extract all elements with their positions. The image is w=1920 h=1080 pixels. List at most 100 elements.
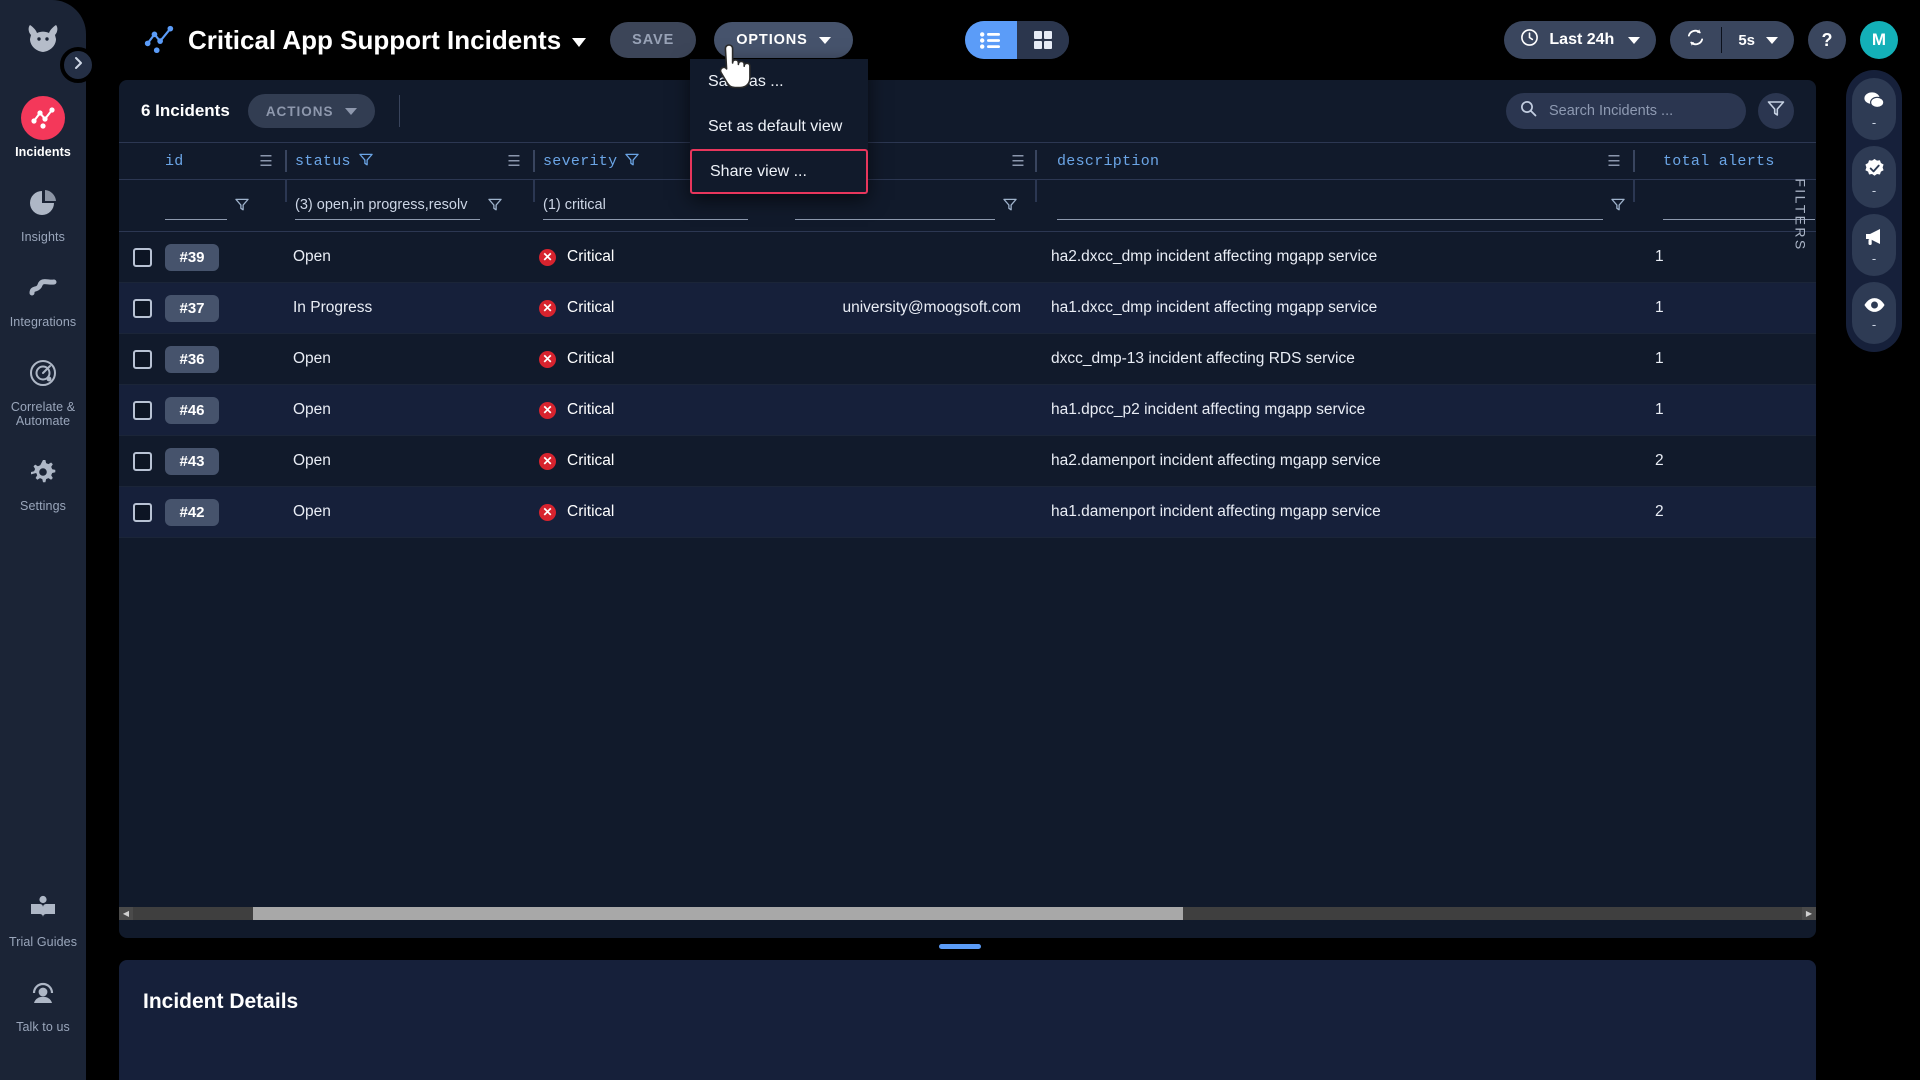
filters-tab[interactable]: FILTERS	[1786, 140, 1816, 290]
time-range-label: Last 24h	[1549, 31, 1615, 48]
search-input[interactable]	[1549, 103, 1732, 119]
filter-toggle-button[interactable]	[1758, 93, 1794, 129]
avatar[interactable]: M	[1860, 21, 1898, 59]
sidebar-item-talk-to-us[interactable]: Talk to us	[0, 971, 86, 1034]
headset-icon	[21, 971, 65, 1015]
row-checkbox[interactable]	[132, 400, 152, 420]
row-severity-label: Critical	[567, 299, 615, 316]
funnel-icon[interactable]	[235, 198, 249, 214]
sidebar-item-insights[interactable]: Insights	[0, 181, 86, 244]
column-header-status[interactable]: status ☰	[287, 142, 533, 180]
sidebar-item-trial-guides[interactable]: Trial Guides	[0, 886, 86, 949]
sidebar-item-settings[interactable]: Settings	[0, 450, 86, 513]
sidebar-item-incidents[interactable]: Incidents	[0, 96, 86, 159]
horizontal-scrollbar[interactable]: ◀ ▶	[119, 906, 1816, 920]
refresh-interval-selector[interactable]: 5s	[1722, 32, 1794, 49]
filter-input-owner[interactable]	[795, 192, 995, 220]
refresh-group[interactable]: 5s	[1670, 21, 1794, 59]
list-view-icon[interactable]	[964, 21, 1017, 59]
filter-cell-status[interactable]: (3) open,in progress,resolv	[287, 180, 533, 231]
funnel-icon[interactable]	[625, 153, 640, 170]
filter-cell-description[interactable]	[1037, 180, 1633, 231]
sidebar-expand-button[interactable]	[60, 47, 96, 83]
scroll-right-arrow[interactable]: ▶	[1802, 906, 1816, 920]
caret-down-icon[interactable]	[572, 37, 587, 47]
scroll-left-arrow[interactable]: ◀	[119, 906, 133, 920]
moose-head-logo[interactable]	[21, 18, 65, 62]
filter-cell-id[interactable]	[165, 180, 285, 231]
table-row[interactable]: #37 In Progress ✕ Critical university@moogso…	[119, 283, 1816, 334]
row-severity: ✕ Critical	[539, 401, 614, 419]
row-severity-label: Critical	[567, 350, 615, 367]
funnel-icon[interactable]	[1003, 198, 1017, 214]
gear-icon	[21, 450, 65, 494]
verified-icon	[1864, 158, 1885, 184]
row-checkbox[interactable]	[132, 298, 152, 318]
time-range-selector[interactable]: Last 24h	[1504, 21, 1657, 59]
menu-item-save-as[interactable]: Save as ...	[690, 59, 868, 104]
row-status: In Progress	[293, 299, 373, 316]
panel-resize-handle[interactable]	[939, 944, 981, 949]
comments-button[interactable]: -	[1852, 78, 1896, 140]
row-total-alerts: 1	[1655, 248, 1664, 265]
filter-input-severity[interactable]: (1) critical	[543, 192, 748, 220]
table-row[interactable]: #39 Open ✕ Critical ha2.dxcc_dmp incident af…	[119, 232, 1816, 283]
table-header-row: id ☰ status ☰ severity ☰ description ☰ t…	[119, 142, 1816, 180]
row-total-alerts: 1	[1655, 401, 1664, 418]
chevron-right-icon	[71, 56, 85, 75]
row-description: ha1.dxcc_dmp incident affecting mgapp se…	[1051, 299, 1378, 316]
filter-input-description[interactable]	[1057, 192, 1603, 220]
row-id-chip[interactable]: #39	[165, 243, 219, 271]
grip-icon[interactable]: ☰	[507, 152, 521, 171]
help-button[interactable]: ?	[1808, 21, 1846, 59]
incidents-icon	[21, 96, 65, 140]
incident-details-title: Incident Details	[143, 990, 299, 1013]
options-button[interactable]: OPTIONS	[714, 22, 853, 58]
column-header-id[interactable]: id ☰	[165, 142, 285, 180]
grip-icon[interactable]: ☰	[259, 152, 273, 171]
row-checkbox[interactable]	[132, 451, 152, 471]
megaphone-button[interactable]: -	[1852, 214, 1896, 276]
grid-view-icon[interactable]	[1016, 21, 1069, 59]
row-id-chip[interactable]: #46	[165, 396, 219, 424]
header-right-group: Last 24h 5s ? M	[1504, 21, 1898, 59]
scrollbar-thumb[interactable]	[253, 906, 1183, 920]
eye-button[interactable]: -	[1852, 282, 1896, 344]
table-row[interactable]: #46 Open ✕ Critical ha1.dpcc_p2 incident aff…	[119, 385, 1816, 436]
row-id-chip[interactable]: #42	[165, 498, 219, 526]
view-mode-toggle[interactable]	[964, 21, 1069, 59]
table-row[interactable]: #36 Open ✕ Critical dxcc_dmp-13 incident aff…	[119, 334, 1816, 385]
table-row[interactable]: #43 Open ✕ Critical ha2.damenport incident a…	[119, 436, 1816, 487]
sidebar-item-label: Settings	[20, 499, 66, 513]
row-checkbox[interactable]	[132, 502, 152, 522]
menu-item-set-as-default-view[interactable]: Set as default view	[690, 104, 868, 149]
grip-icon[interactable]: ☰	[1011, 152, 1025, 171]
row-description: ha1.damenport incident affecting mgapp s…	[1051, 503, 1381, 520]
funnel-icon[interactable]	[359, 153, 373, 170]
row-checkbox[interactable]	[132, 349, 152, 369]
page-title: Critical App Support Incidents	[188, 24, 562, 55]
verified-button[interactable]: -	[1852, 146, 1896, 208]
options-button-label: OPTIONS	[736, 32, 808, 48]
filter-input-id[interactable]	[165, 192, 227, 220]
actions-button[interactable]: ACTIONS	[247, 94, 375, 128]
filter-input-status[interactable]: (3) open,in progress,resolv	[295, 192, 480, 220]
funnel-icon[interactable]	[488, 198, 502, 214]
row-id-chip[interactable]: #37	[165, 294, 219, 322]
column-header-description[interactable]: description ☰	[1037, 142, 1633, 180]
search-box[interactable]	[1506, 93, 1746, 129]
sidebar-item-integrations[interactable]: Integrations	[0, 266, 86, 329]
table-row[interactable]: #42 Open ✕ Critical ha1.damenport incident a…	[119, 487, 1816, 538]
row-id-chip[interactable]: #36	[165, 345, 219, 373]
funnel-icon[interactable]	[1611, 198, 1625, 214]
row-status: Open	[293, 452, 331, 469]
refresh-button[interactable]	[1670, 28, 1721, 52]
table-filter-row: (3) open,in progress,resolv (1) critical	[119, 180, 1816, 232]
sidebar-item-correlate-automate[interactable]: Correlate & Automate	[0, 351, 86, 428]
menu-item-share-view[interactable]: Share view ...	[690, 149, 868, 194]
grip-icon[interactable]: ☰	[1607, 152, 1621, 171]
row-id-chip[interactable]: #43	[165, 447, 219, 475]
row-checkbox[interactable]	[132, 247, 152, 267]
scrollbar-track[interactable]	[133, 906, 1802, 920]
save-button[interactable]: SAVE	[610, 22, 697, 58]
